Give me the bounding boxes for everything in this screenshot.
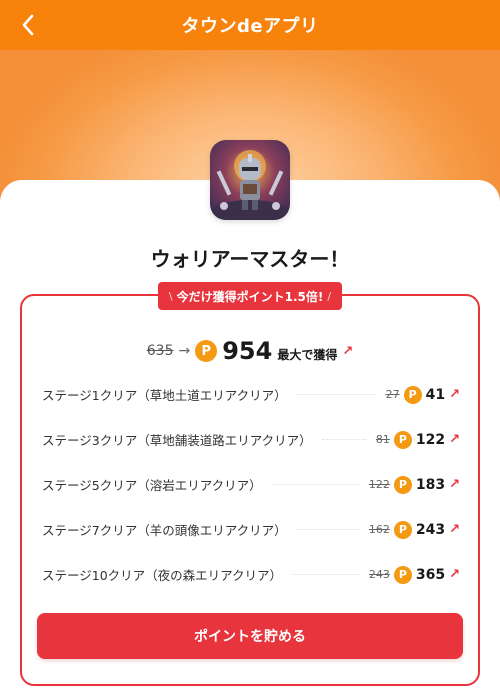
dotted-leader — [292, 574, 359, 575]
dotted-leader — [271, 484, 359, 485]
promo-badge: \ 今だけ獲得ポイント1.5倍! / — [158, 282, 342, 310]
app-icon — [210, 140, 290, 220]
coin-icon: P — [195, 340, 218, 362]
stage-name: ステージ10クリア（夜の森エリアクリア） — [42, 568, 283, 583]
stage-row: ステージ1クリア（草地土道エリアクリア） 27 P 41 ↗ — [42, 372, 460, 417]
stage-old-points: 27 — [385, 388, 400, 401]
back-button[interactable] — [14, 11, 42, 39]
page-title: タウンdeアプリ — [181, 16, 319, 37]
coin-icon: P — [393, 520, 412, 539]
chevron-left-icon — [22, 14, 34, 36]
stage-new-points: 122 — [415, 431, 446, 448]
earn-points-button[interactable]: ポイントを貯める — [37, 613, 463, 659]
arrow-up-right-icon: ↗ — [449, 432, 460, 447]
arrow-up-right-icon: ↗ — [449, 387, 460, 402]
stage-new-points: 365 — [415, 566, 446, 583]
stage-old-points: 122 — [368, 478, 390, 491]
coin-icon: P — [393, 430, 412, 449]
arrow-up-right-icon: ↗ — [449, 477, 460, 492]
stage-list: ステージ1クリア（草地土道エリアクリア） 27 P 41 ↗ ステージ3クリア（… — [42, 372, 460, 597]
stage-row: ステージ10クリア（夜の森エリアクリア） 243 P 365 ↗ — [42, 552, 460, 597]
stage-new-points: 41 — [425, 386, 446, 403]
dotted-leader — [296, 394, 376, 395]
arrow-right-icon: → — [178, 343, 191, 359]
arrow-up-right-icon: ↗ — [342, 343, 354, 359]
stage-name: ステージ3クリア（草地舗装道路エリアクリア） — [42, 433, 312, 448]
old-total-points: 635 — [146, 343, 174, 359]
stage-name: ステージ1クリア（草地土道エリアクリア） — [42, 388, 287, 403]
stage-old-points: 243 — [368, 568, 390, 581]
max-label: 最大で獲得 — [277, 347, 338, 362]
promo-badge-label: 今だけ獲得ポイント1.5倍! — [176, 289, 324, 304]
stage-new-points: 183 — [415, 476, 446, 493]
stage-old-points: 81 — [375, 433, 390, 446]
dotted-leader — [321, 439, 366, 440]
stage-new-points: 243 — [415, 521, 446, 538]
stage-row: ステージ5クリア（溶岩エリアクリア） 122 P 183 ↗ — [42, 462, 460, 507]
app-name: ウォリアーマスター！ — [150, 247, 350, 271]
dotted-leader — [296, 529, 359, 530]
coin-icon: P — [403, 385, 422, 404]
coin-icon: P — [393, 565, 412, 584]
arrow-up-right-icon: ↗ — [449, 522, 460, 537]
header-bar: タウンdeアプリ — [0, 0, 500, 50]
total-points-row: 635 → P 954 最大で獲得 ↗ — [0, 336, 500, 366]
stage-name: ステージ5クリア（溶岩エリアクリア） — [42, 478, 262, 493]
stage-old-points: 162 — [368, 523, 390, 536]
coin-icon: P — [393, 475, 412, 494]
new-total-points: 954 — [222, 337, 273, 365]
stage-row: ステージ7クリア（羊の頭像エリアクリア） 162 P 243 ↗ — [42, 507, 460, 552]
stage-row: ステージ3クリア（草地舗装道路エリアクリア） 81 P 122 ↗ — [42, 417, 460, 462]
arrow-up-right-icon: ↗ — [449, 567, 460, 582]
stage-name: ステージ7クリア（羊の頭像エリアクリア） — [42, 523, 287, 538]
